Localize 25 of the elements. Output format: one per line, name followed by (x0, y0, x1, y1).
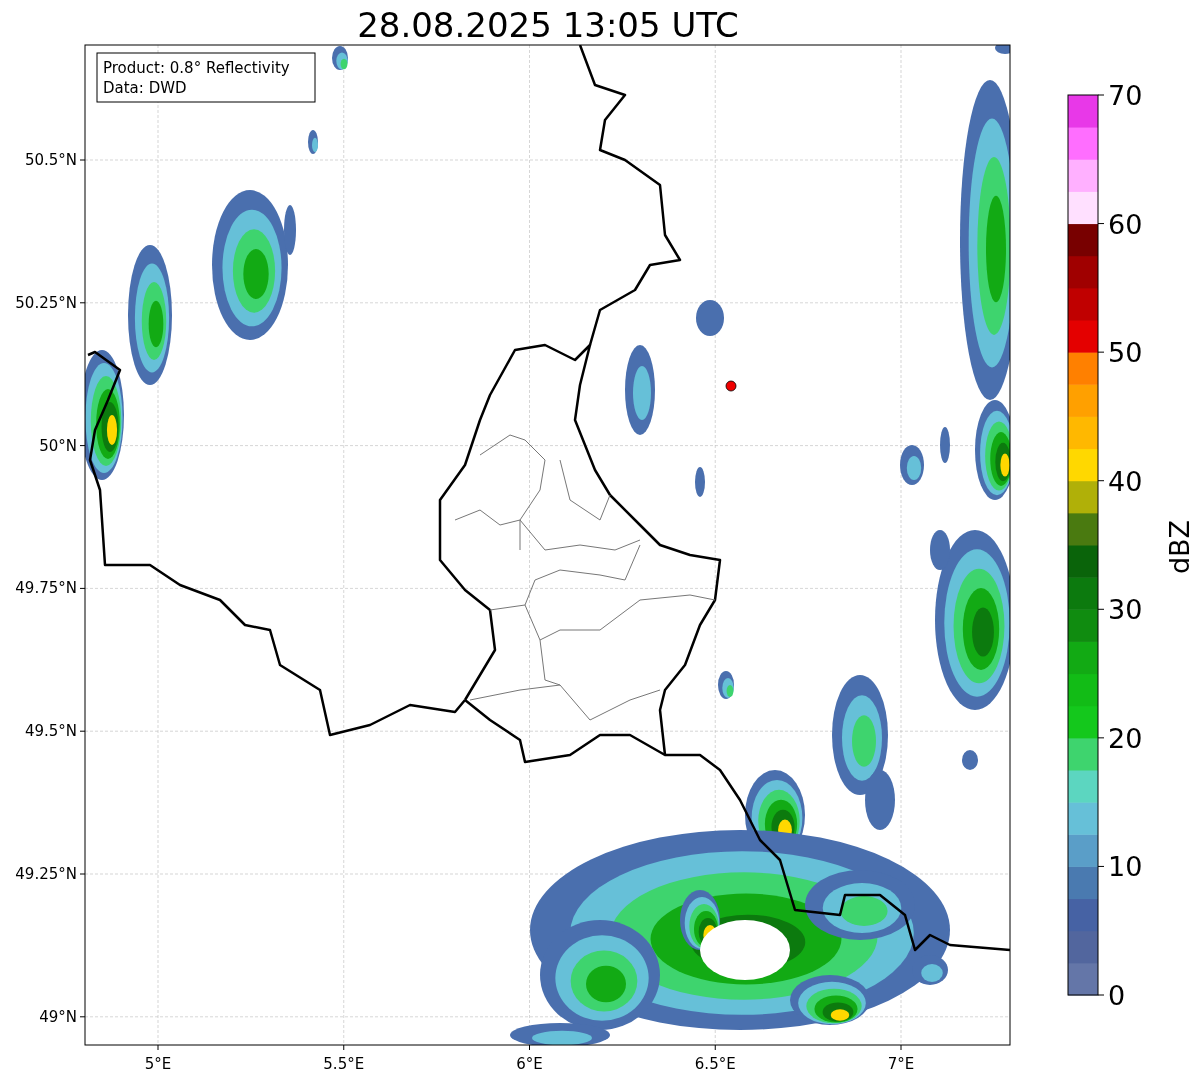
colorbar-tick-label: 70 (1108, 80, 1143, 111)
colorbar-tick-label: 50 (1108, 337, 1143, 369)
longitude-label: 6.5°E (694, 1055, 736, 1073)
colorbar-tick-label: 30 (1108, 594, 1143, 626)
latitude-label: 49°N (39, 1007, 77, 1026)
location-marker (725, 380, 737, 392)
colorbar-tick-label: 10 (1108, 851, 1143, 883)
latitude-label: 49.25°N (15, 865, 77, 883)
latitude-label: 49.75°N (15, 579, 77, 598)
latitude-label: 50°N (39, 436, 77, 455)
chart-title: 28.08.2025 13:05 UTC (357, 5, 739, 45)
colorbar-tick-label: 40 (1108, 465, 1143, 497)
latitude-label: 50.25°N (15, 293, 77, 312)
longitude-label: 5.5°E (323, 1055, 365, 1073)
colorbar-label: dBZ (1164, 519, 1195, 575)
legend-text: Product: 0.8° Reflectivity (103, 59, 290, 77)
colorbar-tick-label: 0 (1108, 980, 1126, 1011)
legend-text: Data: DWD (103, 79, 187, 97)
longitude-label: 6°E (516, 1055, 543, 1073)
longitude-label: 7°E (887, 1055, 915, 1073)
longitude-label: 5°E (144, 1055, 172, 1073)
latitude-label: 50.5°N (24, 151, 77, 169)
latitude-label: 49.5°N (24, 722, 77, 741)
colorbar-tick-label: 20 (1108, 722, 1143, 754)
colorbar-tick-label: 60 (1108, 208, 1143, 240)
